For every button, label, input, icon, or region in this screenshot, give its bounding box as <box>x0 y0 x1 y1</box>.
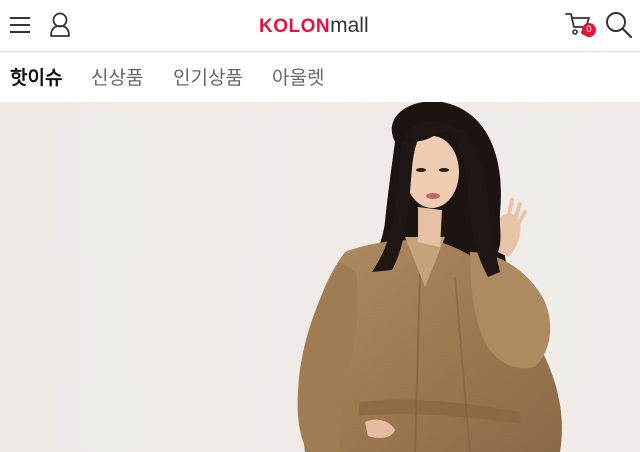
tab-popular[interactable]: 인기상품 <box>173 66 243 90</box>
search-button[interactable] <box>603 9 635 41</box>
tab-new-arrivals[interactable]: 신상품 <box>91 66 143 90</box>
menu-icon <box>10 17 30 33</box>
logo-mall-text: mall <box>330 14 369 37</box>
menu-button[interactable] <box>8 12 34 38</box>
model-photo <box>0 102 640 452</box>
tab-hot-issue[interactable]: 핫이슈 <box>10 66 62 90</box>
logo-kolon-text: KOLON <box>259 16 331 37</box>
kolonmall-logo[interactable]: KOLONmall <box>259 12 369 40</box>
cart-count-badge: 0 <box>582 23 596 37</box>
category-tabs: 핫이슈 신상품 인기상품 아울렛 <box>0 52 640 102</box>
user-icon <box>50 12 70 37</box>
tab-outlet[interactable]: 아울렛 <box>272 66 324 90</box>
top-header: KOLONmall 0 <box>0 0 640 52</box>
hero-banner[interactable] <box>0 102 640 452</box>
my-page-button[interactable] <box>47 10 75 40</box>
cart-button[interactable]: 0 <box>564 10 600 42</box>
search-icon <box>606 12 633 39</box>
